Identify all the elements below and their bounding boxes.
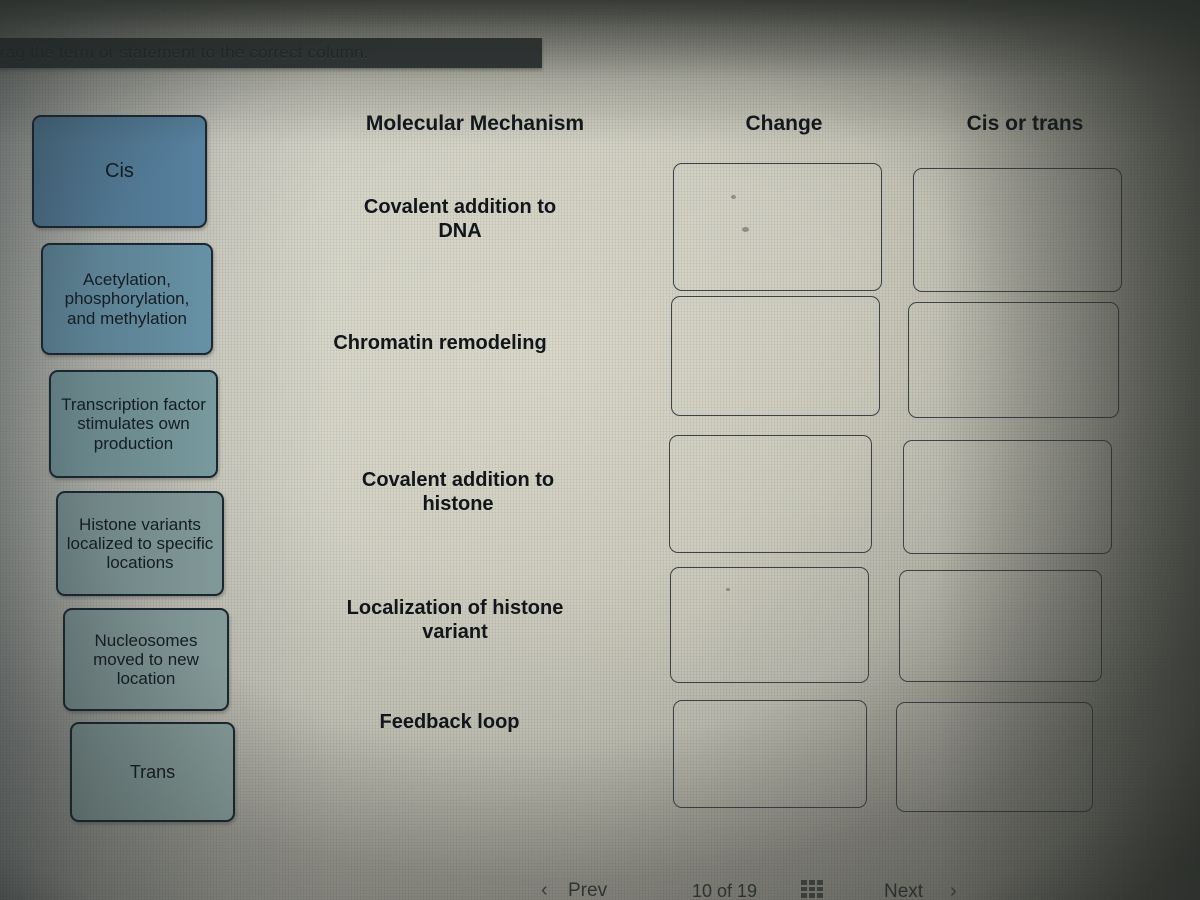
drag-item-tile[interactable]: Histone variants localized to specific l… bbox=[56, 491, 224, 596]
change-dropzone[interactable] bbox=[673, 163, 882, 291]
cis-or-trans-dropzone[interactable] bbox=[899, 570, 1102, 682]
change-dropzone[interactable] bbox=[671, 296, 880, 416]
cis-or-trans-dropzone[interactable] bbox=[896, 702, 1093, 812]
prev-chevron-icon[interactable]: ‹ bbox=[541, 879, 548, 900]
column-header: Molecular Mechanism bbox=[365, 112, 585, 135]
instruction-text: rag the term or statement to the correct… bbox=[0, 43, 369, 62]
drag-item-label: Trans bbox=[129, 761, 176, 782]
mechanism-label: Covalent addition to histone bbox=[361, 469, 555, 515]
mechanism-label: Chromatin remodeling bbox=[333, 332, 547, 354]
drag-item-tile[interactable]: Trans bbox=[70, 722, 235, 822]
quiz-matching-activity: rag the term or statement to the correct… bbox=[0, 0, 1200, 900]
column-header: Change bbox=[745, 112, 823, 135]
cis-or-trans-dropzone[interactable] bbox=[903, 440, 1112, 554]
change-dropzone[interactable] bbox=[670, 567, 869, 683]
drag-item-tile[interactable]: Nucleosomes moved to new location bbox=[63, 608, 229, 711]
drag-item-label: Nucleosomes moved to new location bbox=[93, 630, 199, 689]
next-button[interactable]: Next bbox=[884, 881, 923, 900]
column-header: Cis or trans bbox=[966, 112, 1084, 135]
page-indicator: 10 of 19 bbox=[692, 881, 758, 900]
drag-item-tile[interactable]: Cis bbox=[32, 115, 207, 228]
drag-item-tile[interactable]: Transcription factor stimulates own prod… bbox=[49, 370, 218, 478]
cis-or-trans-dropzone[interactable] bbox=[913, 168, 1122, 292]
cis-or-trans-dropzone[interactable] bbox=[908, 302, 1119, 418]
drag-item-label: Histone variants localized to specific l… bbox=[66, 514, 214, 573]
instruction-bar: rag the term or statement to the correct… bbox=[0, 38, 542, 68]
drag-item-label: Acetylation, phosphorylation, and methyl… bbox=[64, 270, 190, 328]
change-dropzone[interactable] bbox=[669, 435, 872, 553]
next-chevron-icon[interactable]: › bbox=[950, 880, 957, 900]
grid-icon[interactable] bbox=[801, 880, 823, 898]
mechanism-label: Feedback loop bbox=[379, 711, 520, 733]
drag-item-label: Cis bbox=[105, 160, 134, 183]
drag-item-label: Transcription factor stimulates own prod… bbox=[61, 395, 206, 453]
prev-button[interactable]: Prev bbox=[568, 880, 607, 900]
drag-item-tile[interactable]: Acetylation, phosphorylation, and methyl… bbox=[41, 243, 213, 355]
mechanism-label: Covalent addition to DNA bbox=[363, 196, 557, 242]
mechanism-label: Localization of histone variant bbox=[346, 597, 564, 643]
photo-of-screen: rag the term or statement to the correct… bbox=[0, 0, 1200, 900]
change-dropzone[interactable] bbox=[673, 700, 867, 808]
